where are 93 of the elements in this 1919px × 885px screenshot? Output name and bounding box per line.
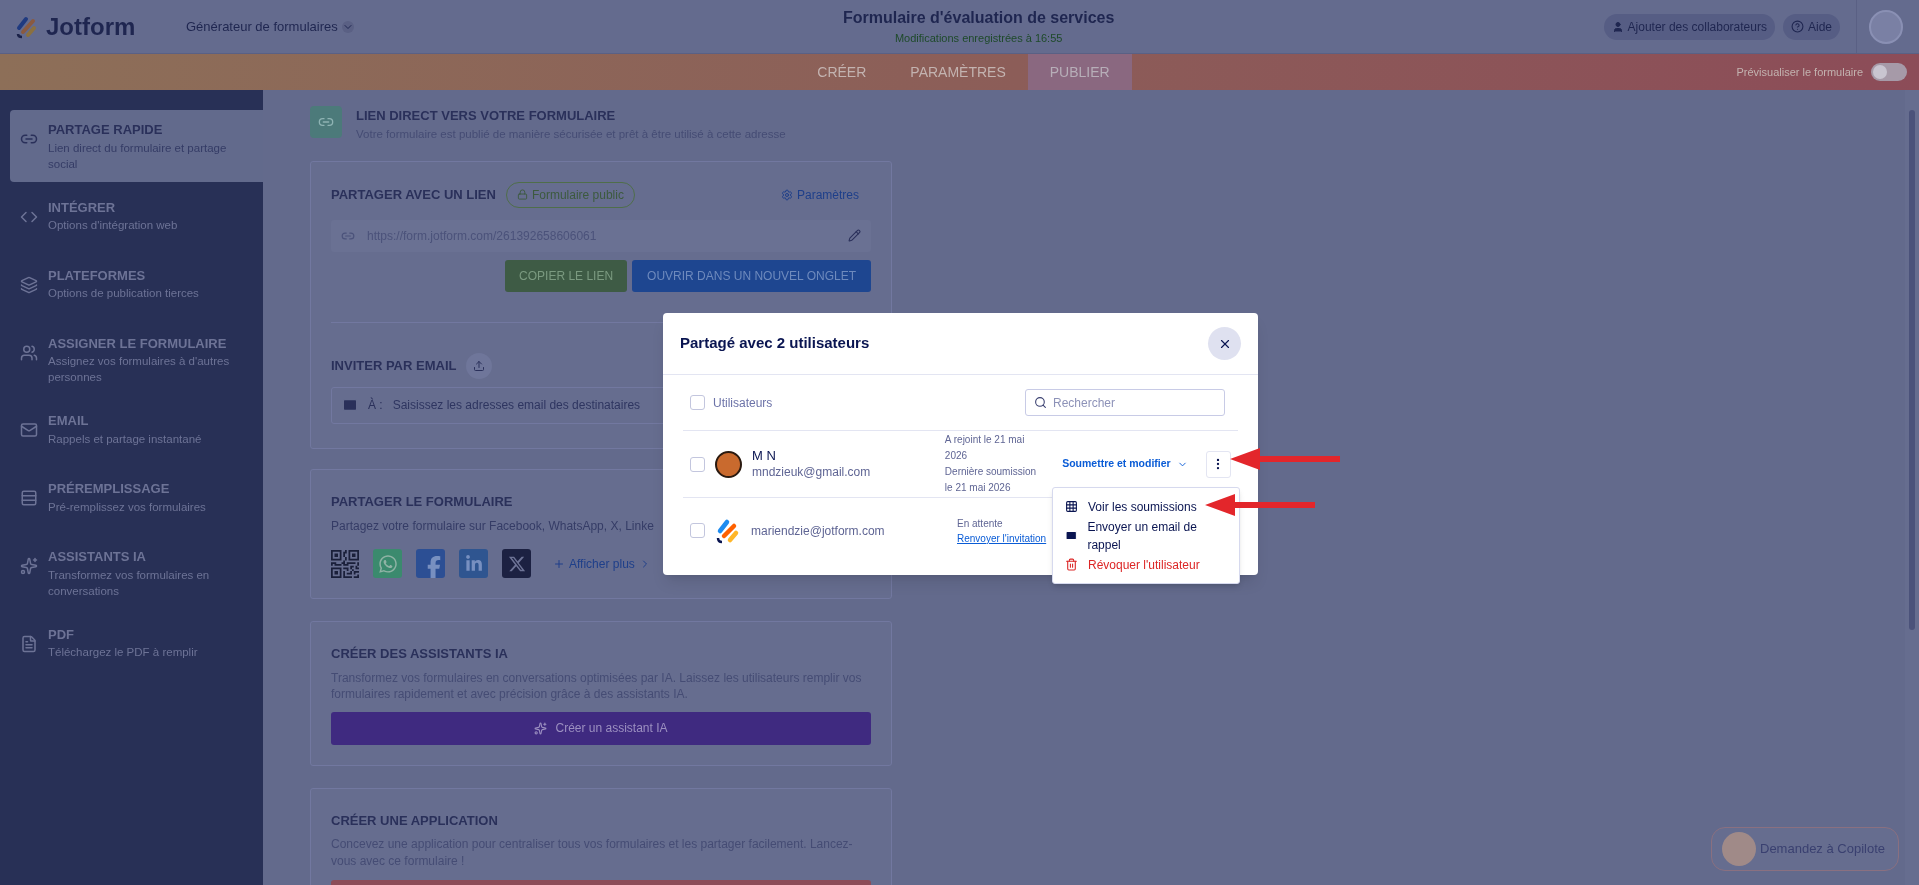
sidebar-item-title: PLATEFORMES	[48, 266, 147, 285]
email-placeholder: Saisissez les adresses email des destinataires	[392, 397, 641, 415]
more-options-button[interactable]	[1205, 450, 1231, 478]
search-placeholder: Rechercher	[1053, 394, 1116, 412]
x-button[interactable]	[502, 549, 531, 579]
to-label: À :	[368, 396, 383, 415]
sidebar-item-description: Rappels et partage instantané	[48, 431, 202, 447]
preview-label: Prévisualiser le formulaire	[1736, 64, 1863, 80]
card-title: INVITER PAR EMAIL	[331, 357, 457, 375]
form-title: Formulaire d'évaluation de services	[842, 8, 1115, 29]
search-field[interactable]: Rechercher	[1025, 389, 1225, 416]
mascot-icon	[1722, 832, 1756, 866]
sidebar-item-title: EMAIL	[48, 412, 90, 430]
rows-icon	[20, 489, 38, 507]
x-icon	[507, 554, 526, 573]
create-assistant-button[interactable]: Créer un assistant IA	[331, 711, 871, 745]
user-info-text: A rejoint le 21 mai 2026	[944, 433, 1026, 463]
settings-icon	[780, 188, 793, 201]
card-title: PARTAGER AVEC UN LIEN	[331, 186, 496, 204]
sidebar-item-title: ASSIGNER LE FORMULAIRE	[48, 334, 228, 353]
user-name: M N	[752, 447, 777, 463]
qr-code-icon[interactable]	[331, 549, 359, 578]
sidebar-item-description: Assignez vos formulaires à d'autres personnes	[48, 354, 231, 385]
trash-icon	[1065, 558, 1078, 571]
status-text: En attente	[957, 516, 1004, 531]
sidebar-item[interactable]: PLATEFORMES Options de publication tierces	[10, 255, 263, 318]
sidebar-item-description: Options de publication tierces	[48, 286, 199, 301]
sidebar-item-title: PDF	[48, 625, 75, 644]
close-button[interactable]	[1208, 327, 1241, 360]
document-icon	[20, 634, 38, 653]
sidebar-item[interactable]: EMAIL Rappels et partage instantané	[10, 401, 263, 463]
sparkles-icon	[20, 557, 38, 575]
sparkles-icon	[534, 721, 548, 735]
user-avatar	[715, 450, 742, 478]
dialog-title: Partagé avec 2 utilisateurs	[680, 333, 870, 354]
sidebar-item[interactable]: INTÉGRER Options d'intégration web	[10, 187, 263, 250]
nav-tab[interactable]: PARAMÈTRES	[888, 54, 1028, 90]
user-email: mariendzie@jotform.com	[751, 522, 886, 540]
checkbox[interactable]	[690, 395, 705, 410]
section-title: LIEN DIRECT VERS VOTRE FORMULAIRE	[356, 107, 617, 125]
logo-text: Jotform	[46, 11, 136, 42]
menu-item[interactable]: Voir les soumissions	[1053, 492, 1239, 521]
help-icon	[1790, 20, 1804, 33]
jotform-avatar-icon	[715, 517, 741, 544]
search-icon	[1034, 396, 1047, 409]
sidebar-item-description: Options d'intégration web	[48, 218, 178, 233]
sidebar-item-description: Téléchargez le PDF à remplir	[48, 645, 198, 660]
sidebar-item-title: ASSISTANTS IA	[48, 548, 147, 566]
upload-icon	[473, 359, 486, 372]
sidebar-item[interactable]: PRÉREMPLISSAGE Pré-remplissez vos formulaires	[10, 469, 263, 531]
show-more-link[interactable]: Afficher plus	[553, 554, 651, 573]
settings-link[interactable]: Paramètres	[780, 185, 859, 204]
caret-icon	[341, 20, 354, 33]
users-icon	[20, 343, 38, 362]
sidebar-item-description: Transformez vos formulaires en conversations	[48, 567, 211, 599]
edit-icon	[848, 229, 861, 243]
sidebar-item-title: INTÉGRER	[48, 198, 117, 217]
facebook-button[interactable]	[416, 549, 445, 579]
checkbox[interactable]	[690, 456, 705, 472]
sidebar-item[interactable]: PDF Téléchargez le PDF à remplir	[10, 614, 263, 677]
card-title: CRÉER DES ASSISTANTS IA	[331, 645, 509, 664]
sidebar-item-title: PRÉREMPLISSAGE	[48, 480, 171, 498]
grid-icon	[1065, 500, 1078, 513]
plus-icon	[553, 557, 565, 570]
linkedin-button[interactable]	[459, 549, 488, 579]
preview-toggle[interactable]	[1871, 63, 1907, 81]
builder-menu[interactable]: Générateur de formulaires	[186, 16, 354, 37]
checkbox[interactable]	[690, 523, 705, 538]
sidebar-item[interactable]: ASSIGNER LE FORMULAIRE Assignez vos formulaires à d'autres personnes	[10, 323, 263, 395]
avatar[interactable]	[1869, 9, 1903, 44]
copy-link-button[interactable]: COPIER LE LIEN	[505, 259, 628, 292]
logo-icon	[16, 14, 38, 39]
user-email: mndzieuk@gmail.com	[752, 463, 872, 481]
whatsapp-button[interactable]	[373, 549, 402, 579]
users-header-label: Utilisateurs	[713, 394, 773, 412]
sidebar-item-title: PARTAGE RAPIDE	[48, 121, 164, 139]
user-info-text: Dernière soumission le 21 mai 2026	[944, 465, 1037, 495]
lock-icon	[516, 189, 528, 201]
save-status: Modifications enregistrées à 16:55	[894, 31, 1063, 47]
whatsapp-icon	[377, 553, 398, 574]
nav-tab[interactable]: PUBLIER	[1027, 54, 1132, 90]
menu-item[interactable]: Envoyer un email de rappel	[1053, 521, 1239, 550]
layers-icon	[20, 275, 38, 294]
sidebar-item-description: Pré-remplissez vos formulaires	[48, 499, 206, 515]
upload-button[interactable]	[466, 352, 493, 379]
open-new-tab-button[interactable]: OUVRIR DANS UN NOUVEL ONGLET	[632, 259, 871, 292]
user-icon	[1611, 20, 1624, 33]
permission-dropdown[interactable]: Soumettre et modifier	[1062, 456, 1188, 472]
nav-tab[interactable]: CRÉER	[795, 54, 889, 90]
sidebar-item[interactable]: ASSISTANTS IA Transformez vos formulaires en conversations	[10, 537, 263, 609]
card-title: CRÉER UNE APPLICATION	[331, 811, 499, 830]
linkedin-icon	[464, 554, 483, 573]
card-title: PARTAGER LE FORMULAIRE	[331, 492, 514, 511]
